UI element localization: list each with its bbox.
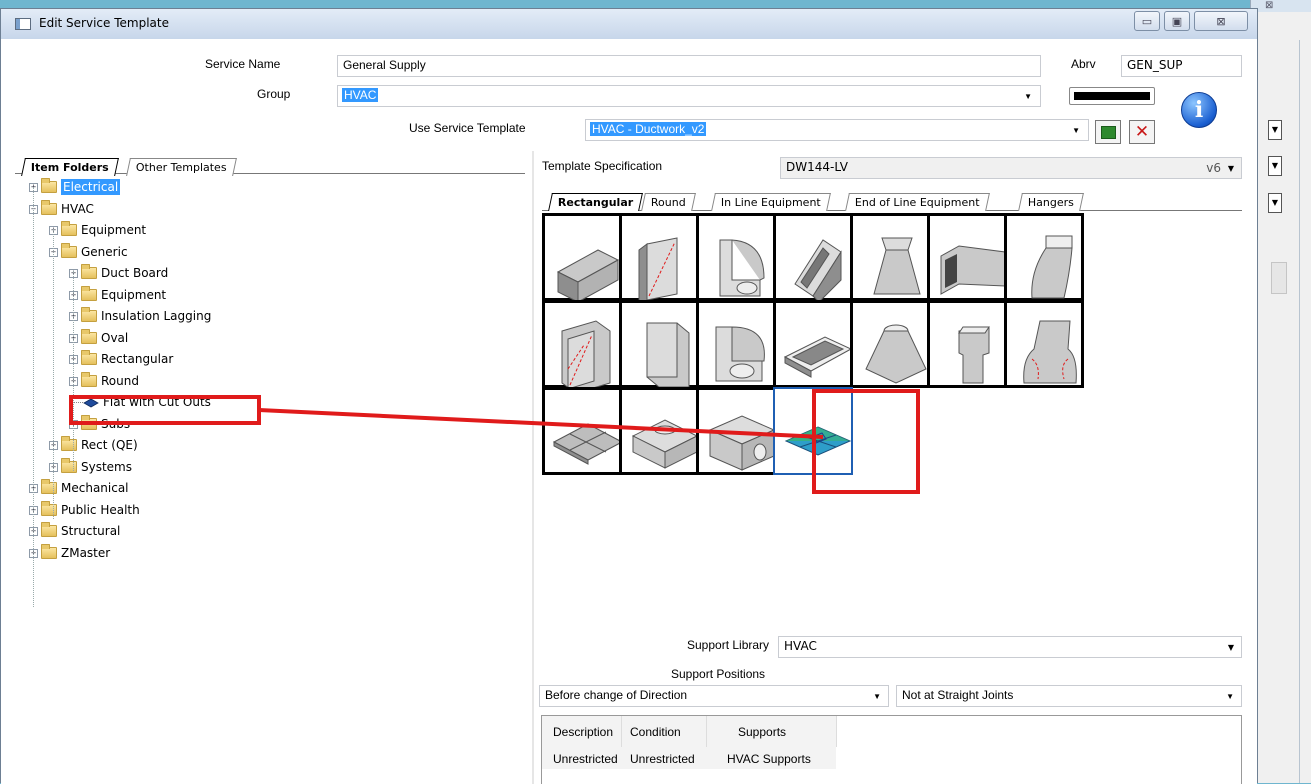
tab-label: Hangers [1027,196,1074,209]
background-scrollbar[interactable] [1271,262,1287,294]
tab-rectangular[interactable]: Rectangular [548,193,644,211]
background-dropdown-arrow-2[interactable]: ▼ [1268,156,1282,176]
tab-label: Round [650,196,686,209]
tab-label: End of Line Equipment [854,196,980,209]
window-app-icon [15,18,31,30]
tab-hangers[interactable]: Hangers [1018,193,1084,211]
close-button[interactable]: ⊠ [1194,11,1248,31]
background-close-icon[interactable]: ⊠ [1265,0,1293,12]
window-title: Edit Service Template [39,16,169,30]
annotation-connector-line [258,408,824,439]
dialog-client-area: Service Name General Supply Abrv GEN_SUP… [1,39,1257,784]
restore-button[interactable]: ▣ [1164,11,1190,31]
background-dropdown-arrow-3[interactable]: ▼ [1268,193,1282,213]
edit-service-template-window: Edit Service Template ▭ ▣ ⊠ Service Name… [0,8,1258,784]
annotation-highlight-fitting [812,389,920,494]
background-window: ⊠ ▼ ▼ ▼ [1250,0,1311,783]
background-dropdown-arrow-1[interactable]: ▼ [1268,120,1282,140]
tab-in-line-equipment[interactable]: In Line Equipment [711,193,831,211]
title-bar[interactable]: Edit Service Template ▭ ▣ ⊠ [1,9,1257,39]
background-divider [1299,40,1300,783]
minimize-button[interactable]: ▭ [1134,11,1160,31]
tab-round[interactable]: Round [641,193,696,211]
tab-end-of-line-equipment[interactable]: End of Line Equipment [845,193,990,211]
tab-label: Rectangular [557,196,634,209]
tab-label: In Line Equipment [720,196,821,209]
